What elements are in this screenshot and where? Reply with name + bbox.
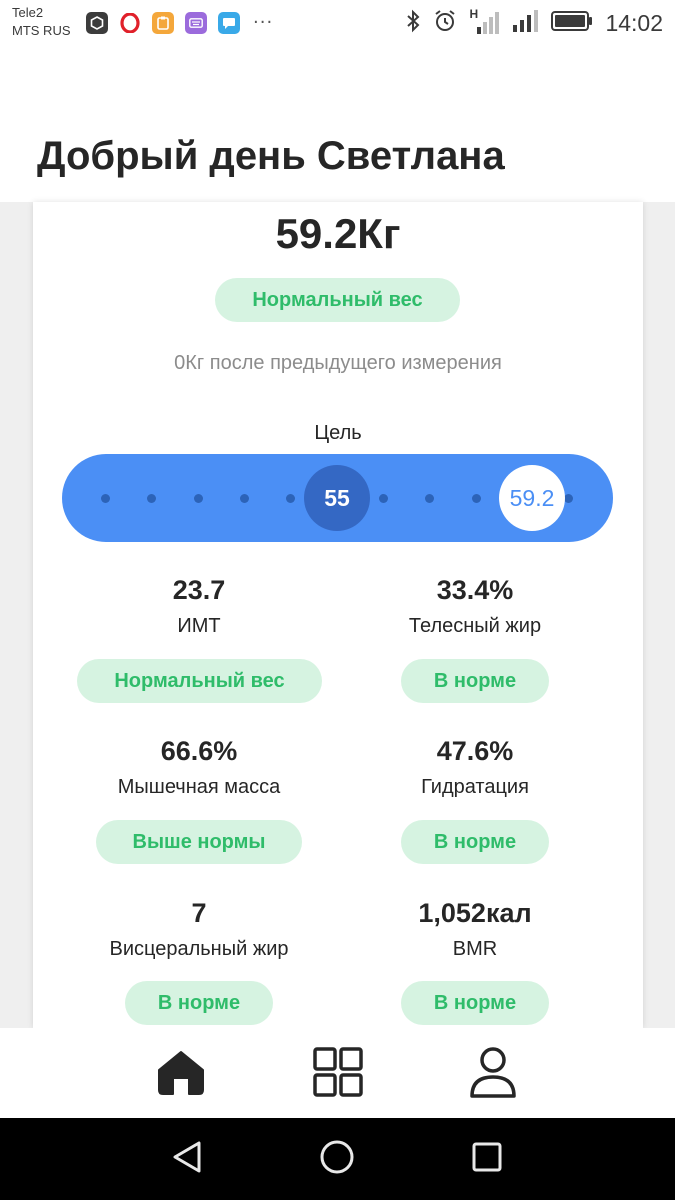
more-notifications-icon: ···: [253, 12, 274, 33]
app-header: Добрый день Светлана: [0, 48, 675, 202]
current-weight-marker: 59.2: [499, 465, 565, 531]
goal-label: Цель: [314, 422, 362, 444]
carrier-name-2: MTS RUS: [12, 23, 71, 38]
metric-label: BMR: [452, 938, 498, 960]
goal-track-dot: [425, 494, 434, 503]
nav-dashboard-button[interactable]: [310, 1046, 366, 1102]
signal-strength-icon-1: H: [469, 7, 500, 36]
metric-status-badge: Нормальный вес: [77, 659, 322, 703]
nav-profile-button[interactable]: [465, 1046, 521, 1102]
weight-value: 59.2Кг: [275, 210, 401, 257]
metric-value: 47.6%: [436, 736, 514, 766]
system-recents-button[interactable]: [466, 1138, 508, 1180]
bottom-navigation: [0, 1028, 675, 1118]
goal-target-marker: 55: [304, 465, 370, 531]
battery-icon: [551, 10, 593, 36]
alarm-icon: [433, 9, 457, 37]
metric-visceral-fat: 7 Висцеральный жир: [49, 897, 349, 963]
metric-muscle-mass: 66.6% Мышечная масса: [49, 735, 349, 801]
metric-value: 1,052кал: [418, 898, 532, 928]
nav-home-button[interactable]: [153, 1046, 209, 1102]
goal-track-dot: [472, 494, 481, 503]
opera-icon: [119, 12, 141, 34]
home-icon: [155, 1048, 207, 1100]
keyboard-app-icon: [185, 12, 207, 34]
weight-status-badge: Нормальный вес: [215, 278, 460, 322]
metric-status-badge: В норме: [401, 820, 549, 864]
signal-strength-icon-2: [511, 8, 539, 38]
metric-label: Мышечная масса: [117, 776, 281, 798]
metric-label: Гидратация: [421, 776, 529, 798]
weight-change-text: 0Кг после предыдущего измерения: [174, 352, 502, 374]
metric-bmi: 23.7 ИМТ: [49, 574, 349, 640]
system-status: H 14:02: [405, 7, 663, 38]
carrier-name-1: Tele2: [12, 5, 44, 20]
system-home-button[interactable]: [316, 1138, 358, 1180]
clipboard-app-icon: [152, 12, 174, 34]
profile-icon: [469, 1046, 517, 1102]
goal-track-dot: [240, 494, 249, 503]
metric-status-badge: Выше нормы: [96, 820, 302, 864]
goal-track-dot: [147, 494, 156, 503]
goal-track-dot: [564, 494, 573, 503]
metric-label: Висцеральный жир: [109, 938, 289, 960]
grid-icon: [313, 1047, 363, 1101]
metric-hydration: 47.6% Гидратация: [325, 735, 625, 801]
metric-label: Телесный жир: [408, 615, 542, 637]
metric-status-badge: В норме: [125, 981, 273, 1025]
system-navigation-bar: [0, 1118, 675, 1200]
system-back-button[interactable]: [166, 1138, 208, 1180]
metric-body-fat: 33.4% Телесный жир: [325, 574, 625, 640]
home-circle-icon: [319, 1139, 355, 1179]
goal-track-dot: [194, 494, 203, 503]
recents-icon: [471, 1141, 503, 1177]
clock: 14:02: [605, 9, 663, 36]
goal-track-dot: [286, 494, 295, 503]
vpn-app-icon: [86, 12, 108, 34]
measurement-card[interactable]: 59.2Кг Нормальный вес 0Кг после предыдущ…: [33, 202, 643, 1028]
metric-status-badge: В норме: [401, 981, 549, 1025]
metric-value: 7: [191, 898, 207, 928]
goal-track-dot: [379, 494, 388, 503]
bluetooth-icon: [405, 9, 421, 37]
page-title: Добрый день Светлана: [37, 134, 505, 178]
carrier-info: Tele2 MTS RUS: [12, 4, 71, 40]
metric-status-badge: В норме: [401, 659, 549, 703]
status-bar: Tele2 MTS RUS ··· H 14:02: [0, 0, 675, 48]
metric-value: 23.7: [172, 575, 226, 605]
back-icon: [169, 1139, 205, 1179]
metric-value: 33.4%: [436, 575, 514, 605]
metric-bmr: 1,052кал BMR: [325, 897, 625, 963]
chat-app-icon: [218, 12, 240, 34]
metric-value: 66.6%: [160, 736, 238, 766]
goal-track-dot: [101, 494, 110, 503]
metric-label: ИМТ: [177, 615, 221, 637]
notification-icons: ···: [86, 12, 273, 34]
goal-progress-track[interactable]: 55 59.2: [62, 454, 613, 542]
